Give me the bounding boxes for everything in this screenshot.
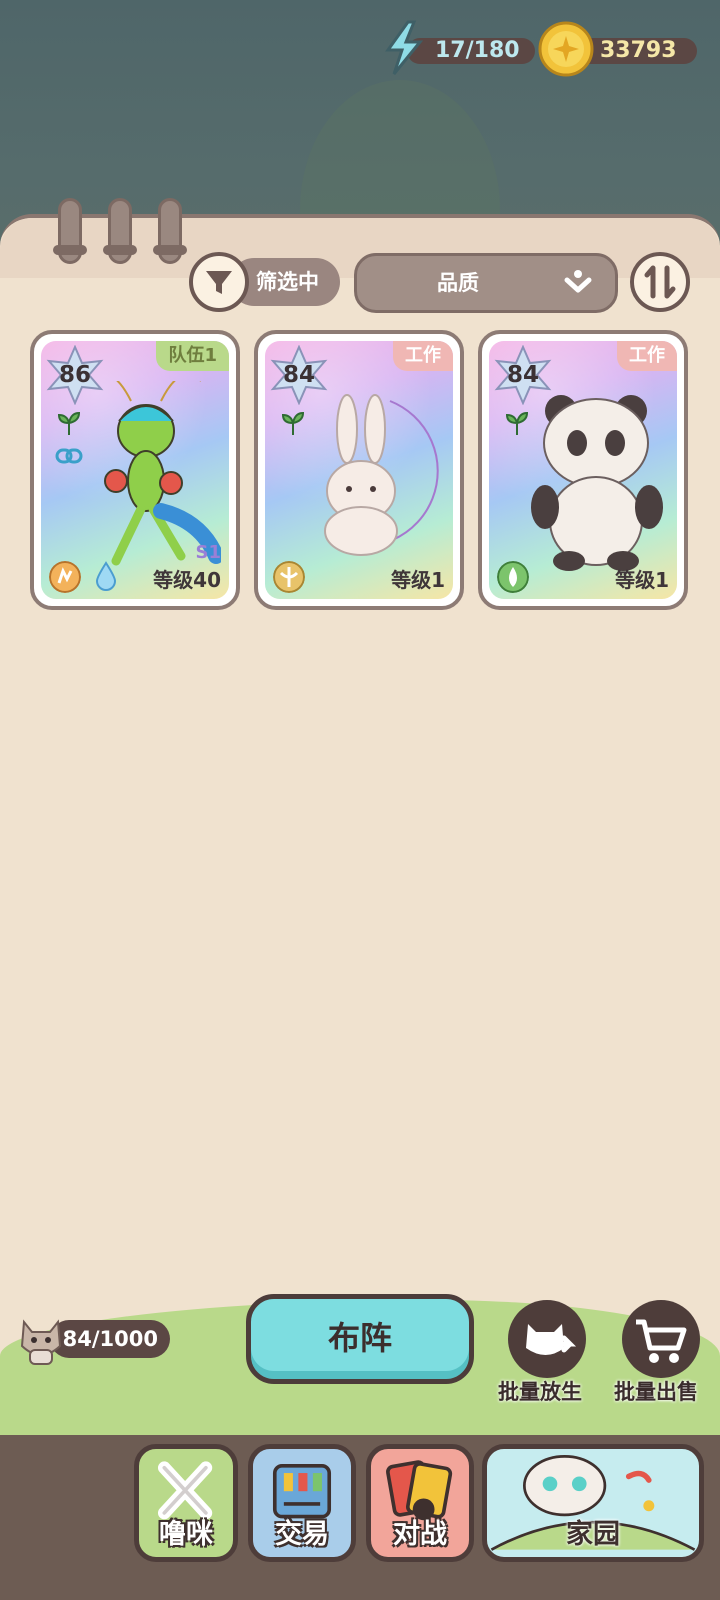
nav-tab-trade[interactable]: 交易 bbox=[248, 1444, 356, 1562]
energy-counter[interactable]: 17/180 bbox=[407, 38, 535, 64]
batch-sell-label: 批量出售 bbox=[614, 1380, 698, 1404]
nav-tab-home[interactable]: 家园 bbox=[482, 1444, 704, 1562]
nav-label: 对战 bbox=[393, 1519, 447, 1550]
capacity-value: 84/1000 bbox=[62, 1327, 158, 1351]
binder-ring bbox=[153, 198, 187, 264]
card-level: 86 bbox=[58, 362, 91, 388]
chain-link-icon bbox=[55, 448, 83, 464]
grass-element-icon bbox=[497, 561, 529, 593]
nav-tab-pets[interactable]: 噜咪 bbox=[134, 1444, 238, 1562]
sort-arrows-icon bbox=[644, 265, 676, 299]
card-level: 84 bbox=[282, 362, 315, 388]
status-tag: 工作 bbox=[617, 341, 677, 371]
pet-card[interactable]: 86 队伍1 S1 等级40 bbox=[30, 330, 240, 610]
pet-capacity: 84/1000 bbox=[50, 1320, 170, 1358]
funnel-icon bbox=[206, 271, 232, 294]
nav-tab-battle[interactable]: 对战 bbox=[366, 1444, 474, 1562]
status-tag: 工作 bbox=[393, 341, 453, 371]
sort-dropdown[interactable]: 品质 bbox=[354, 253, 618, 313]
deploy-label: 布阵 bbox=[327, 1319, 392, 1357]
level-badge: 84 bbox=[493, 344, 553, 406]
card-face: 84 工作 等级1 bbox=[489, 341, 677, 599]
chevron-down-icon bbox=[564, 270, 592, 293]
status-tag: 队伍1 bbox=[156, 341, 229, 371]
sort-label: 品质 bbox=[437, 271, 479, 295]
pet-card[interactable]: 84 工作 等级1 bbox=[254, 330, 464, 610]
card-grade: 等级1 bbox=[391, 568, 445, 592]
tier-label: S1 bbox=[195, 542, 222, 563]
coin-value: 33793 bbox=[600, 38, 677, 63]
shopping-cart-icon bbox=[636, 1319, 687, 1363]
sprout-icon bbox=[505, 411, 529, 435]
sprout-icon bbox=[281, 411, 305, 435]
pet-card[interactable]: 84 工作 等级1 bbox=[478, 330, 688, 610]
card-grade: 等级1 bbox=[615, 568, 669, 592]
energy-value: 17/180 bbox=[435, 38, 520, 63]
panda-art bbox=[531, 395, 663, 571]
filter-label: 筛选中 bbox=[256, 270, 319, 294]
batch-sell-button[interactable] bbox=[622, 1300, 700, 1378]
sort-order-button[interactable] bbox=[630, 252, 690, 312]
card-grade: 等级40 bbox=[153, 568, 221, 592]
energy-bolt-icon bbox=[385, 20, 424, 75]
batch-release-button[interactable] bbox=[508, 1300, 586, 1378]
nav-label: 噜咪 bbox=[159, 1519, 213, 1550]
water-drop-icon bbox=[95, 561, 117, 591]
cat-capacity-icon bbox=[20, 1319, 62, 1365]
nav-label: 家园 bbox=[566, 1519, 620, 1550]
level-badge: 86 bbox=[45, 344, 105, 406]
card-face: 86 队伍1 S1 等级40 bbox=[41, 341, 229, 599]
light-element-icon bbox=[273, 561, 305, 593]
moon-rabbit-art bbox=[324, 394, 439, 556]
batch-release-label: 批量放生 bbox=[498, 1380, 582, 1404]
card-face: 84 工作 等级1 bbox=[265, 341, 453, 599]
card-level: 84 bbox=[506, 362, 539, 388]
filter-button[interactable] bbox=[189, 252, 249, 312]
binder-ring bbox=[53, 198, 87, 264]
fight-element-icon bbox=[49, 561, 81, 593]
cat-release-icon bbox=[526, 1324, 577, 1355]
sprout-icon bbox=[57, 411, 81, 435]
deploy-button[interactable]: 布阵 bbox=[246, 1294, 474, 1384]
nav-label: 交易 bbox=[275, 1519, 329, 1550]
level-badge: 84 bbox=[269, 344, 329, 406]
coin-icon bbox=[538, 21, 594, 77]
binder-ring bbox=[103, 198, 137, 264]
